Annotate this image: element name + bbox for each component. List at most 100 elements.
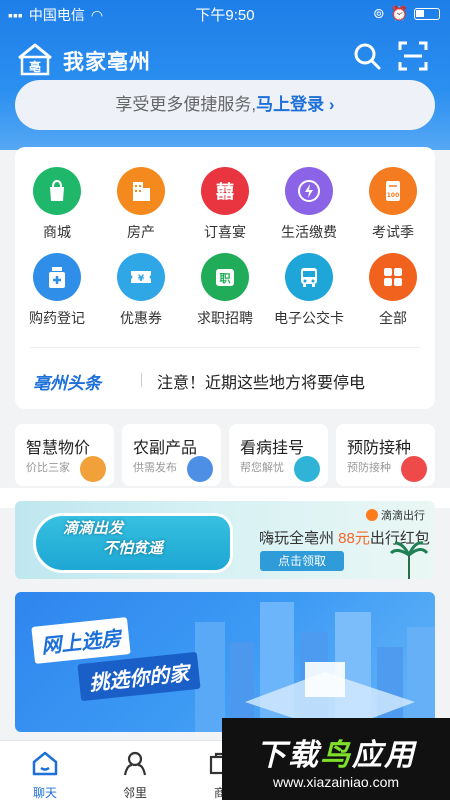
coupon-icon: ¥ [131,271,151,284]
building-icon [133,182,150,201]
service-icon-circle [285,167,333,215]
service-icon-circle [369,253,417,301]
quick-card-icon [80,456,106,482]
service-item[interactable]: 电子公交卡 [267,253,351,329]
alarm-icon: ⏰ [390,5,408,21]
news-ticker[interactable]: 亳州头条 注意！近期这些地方将要停电 [33,365,423,395]
quick-card-title: 看病挂号 [240,440,305,457]
login-link[interactable]: 马上登录 [256,95,324,114]
service-item[interactable]: 房产 [99,167,183,243]
search-icon[interactable] [351,40,383,72]
service-icon-circle [33,167,81,215]
house-banner-line-1: 网上选房 [31,617,131,664]
app-title: 我家亳州 [63,51,151,74]
service-label: 生活缴费 [281,224,337,240]
shopping-bag-icon [50,179,64,201]
chevron-right-icon: › [328,95,335,114]
house-logo-icon: 亳 [18,43,52,76]
service-item[interactable]: 购药登记 [15,253,99,329]
service-label: 购药登记 [29,310,85,326]
house-banner-line-2: 挑选你的家 [77,651,201,702]
quick-card-title: 预防接种 [347,440,412,457]
medicine-bottle-icon [49,267,65,288]
quick-card[interactable]: 农副产品 供需发布 [122,424,221,486]
grid-icon [384,268,402,286]
didi-promo-banner[interactable]: 滴滴出发 不怕贫遥 滴滴出行 嗨玩全亳州 88元出行红包 点击领取 [15,501,435,579]
service-label: 求职招聘 [197,310,253,326]
quick-card-subtitle: 帮您解忧 [240,462,284,474]
quick-card-icon [294,456,320,482]
service-label: 电子公交卡 [274,310,344,326]
news-separator [141,373,142,387]
service-item[interactable]: ¥ 优惠券 [99,253,183,329]
quick-card-icon [401,456,427,482]
quick-card-subtitle: 价比三家 [26,462,70,474]
watermark-logo-b: 鸟 [320,739,352,772]
quick-card-subtitle: 预防接种 [347,462,391,474]
quick-card[interactable]: 看病挂号 帮您解忧 [229,424,328,486]
tab-label: 聊天 [32,786,57,800]
didi-brand-label: 滴滴出行 [381,510,425,522]
quick-card-title: 智慧物价 [26,440,91,457]
status-bar: ▪▪▪ 中国电信 ◠ 下午9:50 ⊚ ⏰ [0,0,450,26]
svg-text:职: 职 [220,272,231,285]
app-header: ▪▪▪ 中国电信 ◠ 下午9:50 ⊚ ⏰ 亳 我家亳州 享受更多便捷服务,马上… [0,0,450,150]
scan-icon[interactable] [397,40,429,72]
service-icon-circle: ¥ [117,253,165,301]
home-icon [32,751,58,776]
tab-chat[interactable]: 聊天 [10,741,80,800]
service-label: 全部 [379,310,407,326]
service-icon-circle: 囍 [201,167,249,215]
promo-slogan-1: 滴滴出发 [63,520,124,537]
tab-label: 邻里 [122,786,147,800]
job-icon: 职 [216,269,234,286]
service-grid: 商城 房产囍订喜宴 生活缴费 100 考试季 购药登记 ¥ 优惠券职求职招聘 电子公交卡 全部 [15,167,435,329]
divider [30,347,420,348]
service-item[interactable]: 商城 [15,167,99,243]
news-headline[interactable]: 注意！近期这些地方将要停电 [157,369,365,393]
service-icon-circle [285,253,333,301]
service-icon-circle [33,253,81,301]
claim-button[interactable]: 点击领取 [260,551,344,571]
svg-text:¥: ¥ [138,274,145,284]
service-icon-circle [117,167,165,215]
login-banner[interactable]: 享受更多便捷服务,马上登录 › [15,80,435,130]
online-house-banner[interactable]: 网上选房 挑选你的家 [15,592,435,732]
watermark-logo-a: 下载 [256,739,320,772]
service-label: 房产 [127,224,155,240]
service-label: 优惠券 [120,310,162,326]
rotation-lock-icon: ⊚ [372,5,385,21]
service-item[interactable]: 囍订喜宴 [183,167,267,243]
service-item[interactable]: 生活缴费 [267,167,351,243]
title-bar: 亳 我家亳州 [15,40,435,80]
tab-neighbors[interactable]: 邻里 [100,741,170,800]
service-label: 订喜宴 [204,224,246,240]
watermark: 下载鸟应用 www.xiazainiao.com [222,718,450,800]
service-item[interactable]: 全部 [351,253,435,329]
city-illustration [195,602,435,732]
watermark-url: www.xiazainiao.com [272,774,400,790]
quick-card-icon [187,456,213,482]
service-icon-circle: 100 [369,167,417,215]
palm-tree-icon [389,541,429,579]
news-tag: 亳州头条 [33,374,101,393]
didi-brand: 滴滴出行 [366,507,425,523]
svg-text:囍: 囍 [216,182,234,203]
service-label: 考试季 [372,224,414,240]
watermark-logo-c: 应用 [352,739,416,772]
double-happiness-icon: 囍 [216,182,234,203]
watermark-logo: 下载鸟应用 [222,730,450,774]
services-card: 商城 房产囍订喜宴 生活缴费 100 考试季 购药登记 ¥ 优惠券职求职招聘 电子公交卡 全部 亳… [15,147,435,409]
service-item[interactable]: 100 考试季 [351,167,435,243]
quick-card-title: 农副产品 [133,440,198,457]
service-item[interactable]: 职求职招聘 [183,253,267,329]
battery-icon [414,7,440,20]
offer-prefix: 嗨玩全亳州 [259,530,339,547]
quick-card[interactable]: 智慧物价 价比三家 [15,424,114,486]
svg-text:亳: 亳 [29,59,41,74]
quick-cards: 智慧物价 价比三家 农副产品 供需发布 看病挂号 帮您解忧 预防接种 预防接种 [15,424,435,486]
lightning-icon [298,180,320,202]
login-prompt: 享受更多便捷服务, [115,95,257,114]
quick-card[interactable]: 预防接种 预防接种 [336,424,435,486]
bus-icon [301,268,317,287]
